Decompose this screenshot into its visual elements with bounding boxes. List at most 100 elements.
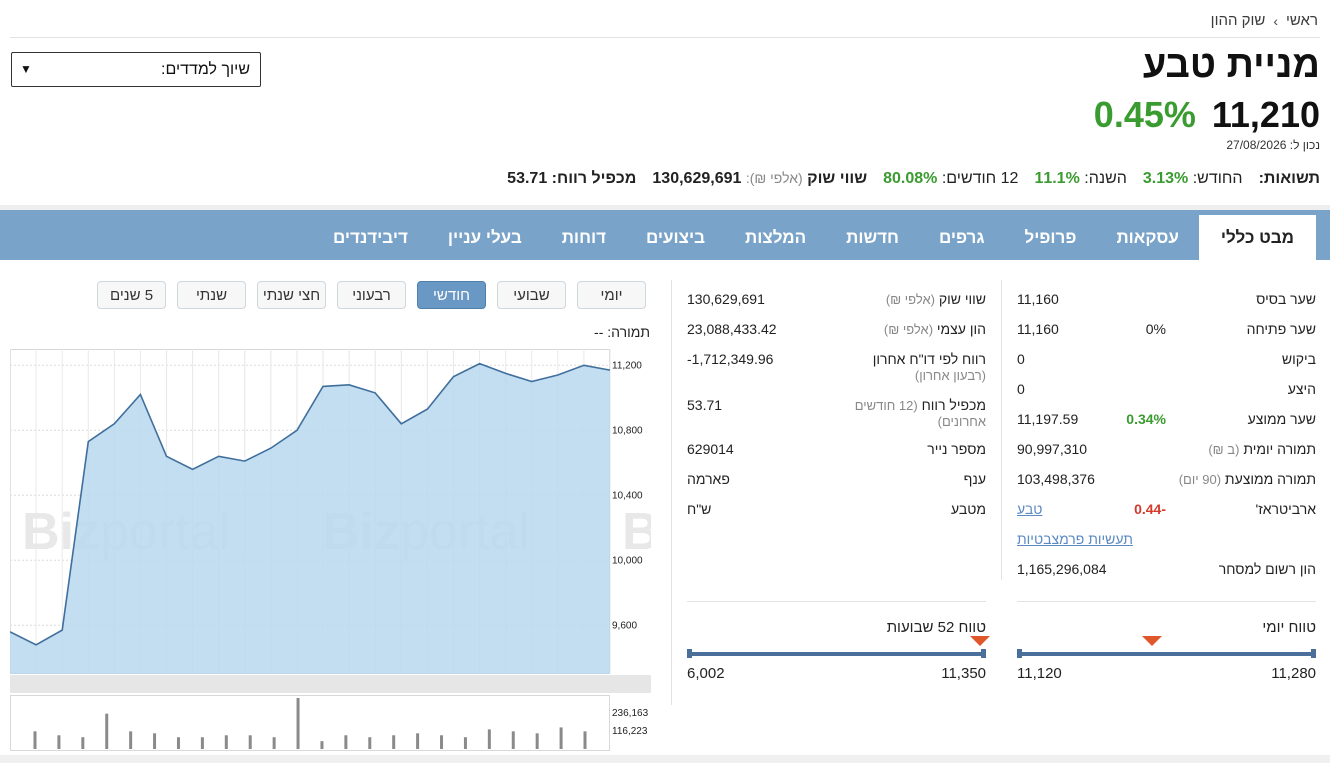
unit: (אלפי ₪) bbox=[885, 292, 935, 307]
value-pct: 0% bbox=[1145, 321, 1166, 337]
returns-12m-value: 80.08% bbox=[883, 170, 938, 187]
value: 23,088,433.42 bbox=[687, 321, 777, 337]
divider bbox=[687, 601, 986, 602]
range-end bbox=[687, 649, 692, 658]
value-pct: 0.34% bbox=[1126, 411, 1166, 427]
row-pe: מכפיל רווח (12 חודשים אחרונים) 53.71 bbox=[687, 397, 986, 429]
chevron-down-icon: ▼ bbox=[20, 62, 32, 76]
returns-month-label: החודש: bbox=[1192, 170, 1243, 187]
volume-bar bbox=[368, 737, 372, 749]
y-tick-label: 10,800 bbox=[612, 425, 643, 436]
row-sector-link: תעשיות פרמצבטיות bbox=[1017, 531, 1316, 547]
volume-bar bbox=[392, 735, 396, 749]
unit: (90 יום) bbox=[1178, 472, 1222, 487]
value: 0 bbox=[1017, 351, 1025, 367]
volume-bar bbox=[248, 735, 252, 749]
daily-low: 11,120 bbox=[1017, 665, 1062, 682]
stock-price: 11,210 bbox=[1211, 94, 1320, 135]
period-5-years[interactable]: 5 שנים bbox=[97, 281, 166, 309]
tab-transactions[interactable]: עסקאות bbox=[1096, 215, 1198, 260]
value: 11,160 bbox=[1017, 321, 1059, 337]
tab-profile[interactable]: פרופיל bbox=[1005, 215, 1097, 260]
row-bid: ביקוש 0 bbox=[1017, 351, 1316, 367]
sector-link[interactable]: תעשיות פרמצבטיות bbox=[1017, 531, 1133, 547]
period-quarterly[interactable]: רבעוני bbox=[337, 281, 406, 309]
tab-performance[interactable]: ביצועים bbox=[626, 215, 725, 260]
volume-bar bbox=[535, 733, 539, 749]
row-registered: הון רשום למסחר 1,165,296,084 bbox=[1017, 561, 1316, 577]
row-open: שער פתיחה 0% 11,160 bbox=[1017, 321, 1316, 337]
volume-bar bbox=[224, 735, 228, 749]
value: 11,160 bbox=[1017, 291, 1059, 307]
value: 0 bbox=[1017, 381, 1025, 397]
tab-reports[interactable]: דוחות bbox=[542, 215, 626, 260]
volume-bar bbox=[176, 737, 180, 749]
tab-recommendations[interactable]: המלצות bbox=[725, 215, 826, 260]
row-security: מספר נייר 629014 bbox=[687, 441, 986, 457]
change-percent: 0.45% bbox=[1093, 94, 1196, 135]
divider bbox=[1017, 601, 1316, 602]
range-end bbox=[1311, 649, 1316, 658]
label: שער בסיס bbox=[1256, 291, 1316, 307]
week52-range-title: טווח 52 שבועות bbox=[886, 619, 986, 636]
volume-bar bbox=[583, 731, 587, 749]
divider bbox=[10, 37, 1320, 38]
label: רווח לפי דו"ח אחרון bbox=[872, 351, 986, 367]
price-chart[interactable]: Bizportal Bizportal B 11,20010,80010,400… bbox=[10, 349, 651, 752]
period-half-year[interactable]: חצי שנתי bbox=[257, 281, 326, 309]
period-monthly[interactable]: חודשי bbox=[417, 281, 486, 309]
volume-bar bbox=[296, 698, 300, 749]
volume-bar bbox=[272, 737, 276, 749]
value: 53.71 bbox=[687, 397, 723, 413]
volume-bar bbox=[344, 735, 348, 749]
period-daily[interactable]: יומי bbox=[577, 281, 646, 309]
row-equity: הון עצמי (אלפי ₪) 23,088,433.42 bbox=[687, 321, 986, 337]
label: ביקוש bbox=[1281, 351, 1316, 367]
row-avg: שער ממוצע 0.34% 11,197.59 bbox=[1017, 411, 1316, 427]
daily-range-bar bbox=[1017, 652, 1316, 656]
volume-tick-label: 116,223 bbox=[612, 726, 648, 737]
value: 103,498,376 bbox=[1017, 471, 1095, 487]
column-divider bbox=[671, 280, 672, 705]
row-daily-volume: תמורה יומית (ב ₪) 90,997,310 bbox=[1017, 441, 1316, 457]
daily-range-title: טווח יומי bbox=[1262, 619, 1316, 636]
tab-overview[interactable]: מבט כללי bbox=[1198, 215, 1316, 260]
volume-bar bbox=[153, 733, 157, 749]
unit: (ב ₪) bbox=[1208, 442, 1240, 457]
value: 11,197.59 bbox=[1017, 411, 1079, 427]
value: ש"ח bbox=[687, 501, 712, 517]
breadcrumb-home[interactable]: ראשי bbox=[1286, 12, 1318, 29]
value: 629014 bbox=[687, 441, 734, 457]
period-selector: יומי שבועי חודשי רבעוני חצי שנתי שנתי 5 … bbox=[97, 281, 646, 309]
label: מטבע bbox=[951, 501, 986, 517]
tab-dividends[interactable]: דיבידנדים bbox=[313, 215, 428, 260]
volume-bar bbox=[81, 737, 85, 749]
tab-stakeholders[interactable]: בעלי עניין bbox=[428, 215, 542, 260]
period-weekly[interactable]: שבועי bbox=[497, 281, 566, 309]
week52-range-bar bbox=[687, 652, 986, 656]
watermark-text: B bbox=[622, 503, 651, 561]
arbitrage-link[interactable]: טבע bbox=[1017, 501, 1042, 517]
volume-bar bbox=[416, 733, 420, 749]
tab-news[interactable]: חדשות bbox=[826, 215, 919, 260]
row-sector: ענף פארמה bbox=[687, 471, 986, 487]
returns-12m-label: 12 חודשים: bbox=[941, 170, 1019, 187]
tab-charts[interactable]: גרפים bbox=[919, 215, 1005, 260]
index-select[interactable]: שיוך למדדים: ▼ bbox=[11, 52, 261, 87]
label: מכפיל רווח bbox=[921, 397, 986, 413]
period-yearly[interactable]: שנתי bbox=[177, 281, 246, 309]
returns-title: תשואות: bbox=[1258, 170, 1320, 187]
unit: (אלפי ₪) bbox=[883, 322, 934, 337]
volume-bar bbox=[33, 731, 37, 749]
volume-bar bbox=[440, 735, 444, 749]
volume-bar bbox=[487, 729, 491, 749]
week52-low: 6,002 bbox=[687, 665, 725, 682]
volume-tick-label: 236,163 bbox=[612, 708, 649, 719]
mcap-label: שווי שוק bbox=[807, 170, 868, 187]
volume-bar bbox=[559, 727, 563, 749]
mcap-value: 130,629,691 bbox=[652, 170, 742, 187]
breadcrumb-current[interactable]: שוק ההון bbox=[1211, 12, 1266, 29]
column-divider bbox=[1001, 280, 1002, 580]
returns-line: תשואות: החודש: 3.13% השנה: 11.1% 12 חודש… bbox=[507, 170, 1320, 188]
daily-high: 11,280 bbox=[1271, 665, 1316, 682]
